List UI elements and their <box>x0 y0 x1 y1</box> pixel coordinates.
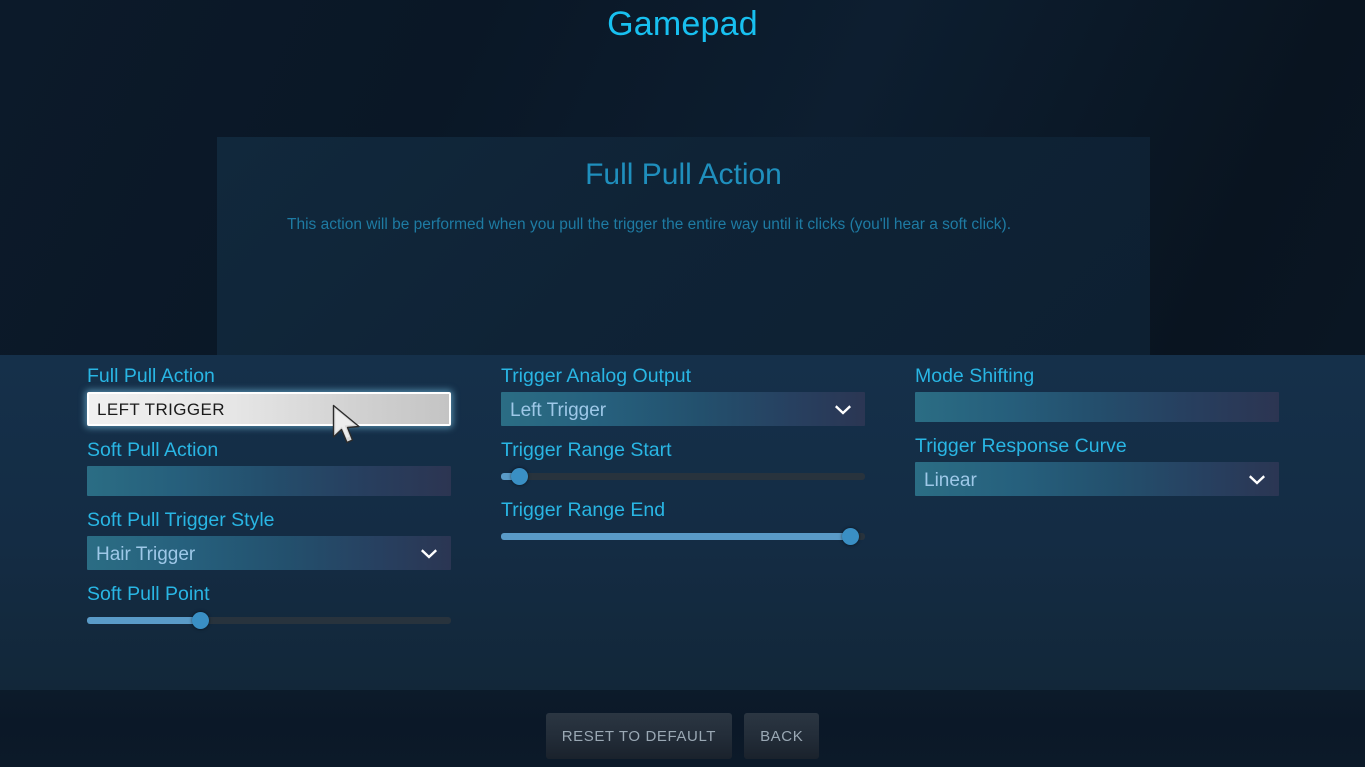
slider-knob[interactable] <box>191 612 209 629</box>
detail-panel-title: Full Pull Action <box>585 158 782 191</box>
soft-pull-trigger-style-dropdown[interactable]: Hair Trigger <box>87 536 451 570</box>
trigger-response-curve-dropdown[interactable]: Linear <box>915 462 1279 496</box>
slider-knob[interactable] <box>511 468 529 485</box>
trigger-response-curve-value: Linear <box>924 470 977 491</box>
label-full-pull-action: Full Pull Action <box>87 365 215 387</box>
slider-knob[interactable] <box>842 528 860 545</box>
chevron-down-icon <box>1249 473 1265 485</box>
reset-to-default-button[interactable]: RESET TO DEFAULT <box>545 713 733 759</box>
trigger-range-start-slider[interactable] <box>501 466 865 486</box>
label-soft-pull-trigger-style: Soft Pull Trigger Style <box>87 509 275 531</box>
label-trigger-analog-output: Trigger Analog Output <box>501 365 692 387</box>
label-trigger-response-curve: Trigger Response Curve <box>915 435 1127 457</box>
label-trigger-range-end: Trigger Range End <box>501 499 666 521</box>
chevron-down-icon <box>835 403 851 415</box>
back-button[interactable]: BACK <box>744 713 820 759</box>
full-pull-action-value: LEFT TRIGGER <box>97 400 225 419</box>
label-soft-pull-point: Soft Pull Point <box>87 583 210 605</box>
label-soft-pull-action: Soft Pull Action <box>87 439 219 461</box>
detail-panel-description: This action will be performed when you p… <box>287 216 1012 233</box>
soft-pull-action-field[interactable] <box>87 466 451 496</box>
footer-button-group: RESET TO DEFAULT BACK <box>0 713 1365 759</box>
soft-pull-trigger-style-value: Hair Trigger <box>96 544 196 565</box>
gamepad-settings-screen: Gamepad Full Pull Action This action wil… <box>0 0 1365 767</box>
slider-fill <box>87 617 200 624</box>
settings-area: Full Pull Action LEFT TRIGGER Soft Pull … <box>0 355 1365 690</box>
slider-track <box>501 473 865 480</box>
trigger-range-end-slider[interactable] <box>501 526 865 546</box>
label-mode-shifting: Mode Shifting <box>915 365 1035 387</box>
settings-column-middle: Trigger Analog Output Left Trigger Trigg… <box>501 364 865 546</box>
settings-column-left: Full Pull Action LEFT TRIGGER Soft Pull … <box>87 364 451 630</box>
slider-fill <box>501 533 851 540</box>
soft-pull-point-slider[interactable] <box>87 610 451 630</box>
footer-bar: RESET TO DEFAULT BACK <box>0 690 1365 767</box>
trigger-analog-output-dropdown[interactable]: Left Trigger <box>501 392 865 426</box>
settings-column-right: Mode Shifting Trigger Response Curve Lin… <box>915 364 1279 496</box>
full-pull-action-field[interactable]: LEFT TRIGGER <box>87 392 451 426</box>
label-trigger-range-start: Trigger Range Start <box>501 439 672 461</box>
detail-panel: Full Pull Action This action will be per… <box>217 137 1150 355</box>
trigger-analog-output-value: Left Trigger <box>510 400 607 421</box>
mode-shifting-field[interactable] <box>915 392 1279 422</box>
page-title: Gamepad <box>607 5 758 43</box>
chevron-down-icon <box>421 547 437 559</box>
